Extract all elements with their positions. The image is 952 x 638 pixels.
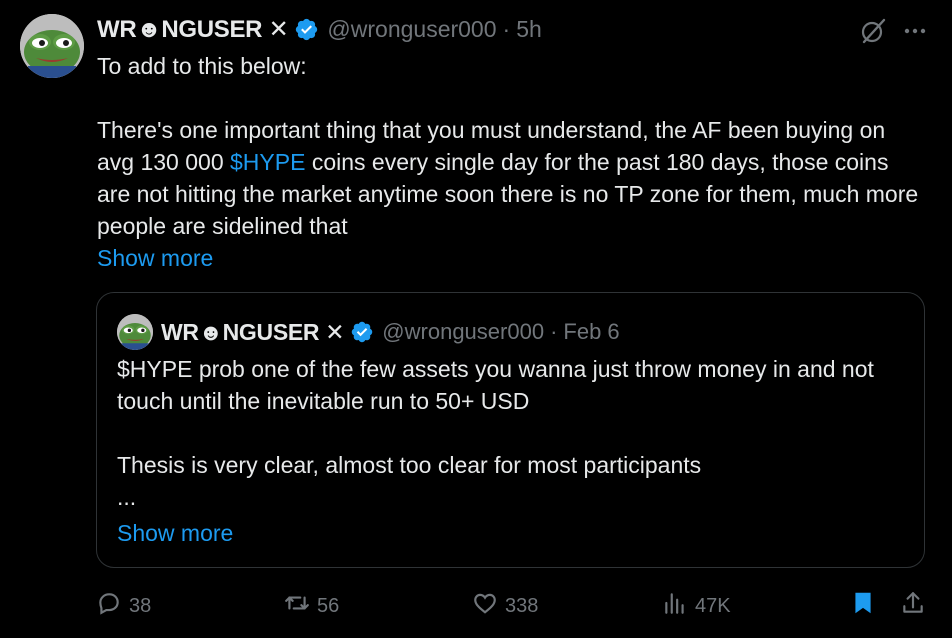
heart-icon (472, 590, 498, 622)
grok-icon[interactable] (858, 16, 888, 46)
verified-badge-icon (294, 17, 319, 42)
tweet-body: To add to this below: There's one import… (97, 50, 927, 242)
author-display-name[interactable]: WR☻NGUSER ✕ (97, 15, 289, 44)
like-button[interactable]: 338 (472, 588, 538, 624)
author-avatar[interactable] (20, 14, 84, 78)
share-icon (900, 590, 926, 622)
bookmark-button[interactable] (850, 588, 876, 624)
quote-show-more-link[interactable]: Show more (117, 517, 233, 549)
show-more-link[interactable]: Show more (97, 242, 213, 274)
repost-count: 56 (317, 594, 340, 617)
quoted-tweet-card[interactable]: WR☻NGUSER ✕ @wronguser000 · Feb 6 $HYPE … (96, 292, 925, 568)
repost-button[interactable]: 56 (284, 588, 339, 624)
quote-header: WR☻NGUSER ✕ @wronguser000 · Feb 6 (117, 314, 620, 350)
reply-count: 38 (129, 594, 152, 617)
quote-author-handle: @wronguser000 (382, 319, 545, 344)
separator-dot: · (550, 319, 558, 344)
author-handle[interactable]: @wronguser000 (327, 16, 496, 43)
more-icon[interactable] (902, 18, 928, 44)
quote-author-avatar (117, 314, 153, 350)
quote-author-display-name: WR☻NGUSER ✕ (161, 318, 345, 345)
reply-icon (96, 590, 122, 622)
quote-timestamp: Feb 6 (563, 319, 620, 344)
repost-icon (284, 590, 310, 622)
separator-dot: · (502, 15, 511, 42)
tweet-header: WR☻NGUSER ✕ @wronguser000 · 5h (97, 13, 542, 45)
pepe-avatar-image (20, 14, 84, 78)
cashtag-link[interactable]: $HYPE (230, 149, 305, 175)
bookmark-icon (850, 590, 876, 622)
views-chart-icon (662, 590, 688, 622)
tweet-timestamp[interactable]: 5h (516, 16, 542, 43)
verified-badge-icon (350, 320, 374, 344)
share-button[interactable] (900, 588, 926, 624)
tweet-top-actions (858, 16, 928, 46)
like-count: 338 (505, 594, 539, 617)
quote-body: $HYPE prob one of the few assets you wan… (117, 356, 874, 510)
tweet-action-bar: 38 56 338 47K (0, 588, 952, 624)
reply-button[interactable]: 38 (96, 588, 151, 624)
view-count: 47K (695, 594, 731, 617)
views-button[interactable]: 47K (662, 588, 731, 624)
